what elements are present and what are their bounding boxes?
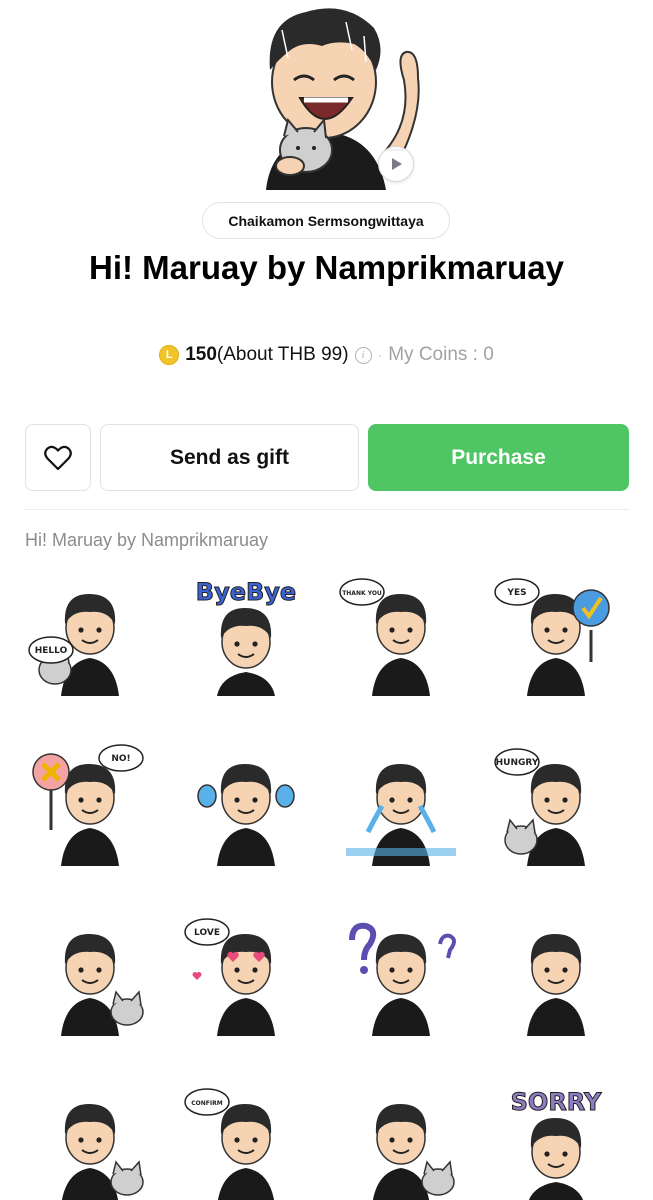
sticker-thank-you-caption: THANK YOU xyxy=(342,590,382,597)
sticker-confused[interactable] xyxy=(336,908,466,1038)
sticker-love[interactable]: LOVE xyxy=(181,908,311,1038)
sticker-cool-art xyxy=(372,1104,455,1200)
sticker-maracas-art xyxy=(197,764,295,866)
sticker-byebye-caption: ByeBye xyxy=(196,578,296,606)
heart-icon xyxy=(44,445,72,470)
sticker-sorry-caption: SORRY xyxy=(511,1088,602,1116)
sticker-confirm-art: CONFIRM xyxy=(184,1088,275,1200)
sticker-hungry-art: HUNGRY xyxy=(494,748,585,866)
sticker-cool[interactable] xyxy=(336,1078,466,1200)
sticker-hello[interactable]: HELLO xyxy=(25,568,155,698)
sticker-hungry-caption: HUNGRY xyxy=(496,758,539,768)
sticker-love-caption: LOVE xyxy=(194,928,220,938)
sticker-set-label: Hi! Maruay by Namprikmaruay xyxy=(25,530,269,550)
author-chip[interactable]: Chaikamon Sermsongwittaya xyxy=(202,202,450,239)
separator-dot: · xyxy=(377,347,383,363)
favorite-button[interactable] xyxy=(25,424,91,491)
author-name: Chaikamon Sermsongwittaya xyxy=(228,212,424,229)
coin-icon: L xyxy=(159,345,180,365)
sticker-byebye-art: ByeBye xyxy=(195,578,297,696)
play-preview-button[interactable] xyxy=(378,146,414,182)
sticker-crying[interactable] xyxy=(336,738,466,868)
sticker-thank-you[interactable]: THANK YOU xyxy=(336,568,466,698)
section-divider xyxy=(25,509,629,510)
sticker-hello-art: HELLO xyxy=(28,594,119,696)
sticker-confirm[interactable]: CONFIRM xyxy=(181,1078,311,1200)
sticker-thank-you-art: THANK YOU xyxy=(339,578,430,696)
sticker-sleepy-art xyxy=(61,1104,144,1200)
sticker-sleepy[interactable] xyxy=(25,1078,155,1200)
sticker-hello-caption: HELLO xyxy=(35,646,68,656)
sticker-no-caption: NO! xyxy=(111,754,130,764)
sticker-flex-art xyxy=(527,934,585,1036)
sticker-angry[interactable] xyxy=(25,908,155,1038)
info-icon[interactable]: i xyxy=(354,346,372,364)
sticker-crying-art xyxy=(346,764,456,866)
sticker-love-art: LOVE xyxy=(184,918,275,1036)
purchase-button[interactable]: Purchase xyxy=(368,424,629,491)
price-row: L 150 (About THB 99) i · My Coins : 0 xyxy=(0,340,653,370)
my-coins-balance: My Coins : 0 xyxy=(388,344,494,365)
sticker-no-art: NO! xyxy=(32,744,144,866)
sticker-confused-art xyxy=(349,922,456,1036)
price-value: 150 xyxy=(185,344,217,365)
sticker-maracas[interactable] xyxy=(181,738,311,868)
sticker-byebye[interactable]: ByeBye xyxy=(181,568,311,698)
product-title: Hi! Maruay by Namprikmaruay xyxy=(88,249,564,286)
sticker-hungry[interactable]: HUNGRY xyxy=(491,738,621,868)
sticker-sorry-art: SORRY xyxy=(510,1088,602,1200)
sticker-yes-art: YES xyxy=(494,578,610,696)
sticker-no[interactable]: NO! xyxy=(25,738,155,868)
sticker-yes[interactable]: YES xyxy=(491,568,621,698)
sticker-flex[interactable] xyxy=(491,908,621,1038)
price-approx: (About THB 99) xyxy=(216,344,349,365)
send-as-gift-button[interactable]: Send as gift xyxy=(100,424,359,491)
play-icon xyxy=(392,158,402,170)
sticker-sorry[interactable]: SORRY xyxy=(491,1078,621,1200)
sticker-confirm-caption: CONFIRM xyxy=(191,1100,222,1107)
sticker-yes-caption: YES xyxy=(506,588,526,598)
sticker-angry-art xyxy=(61,934,144,1036)
